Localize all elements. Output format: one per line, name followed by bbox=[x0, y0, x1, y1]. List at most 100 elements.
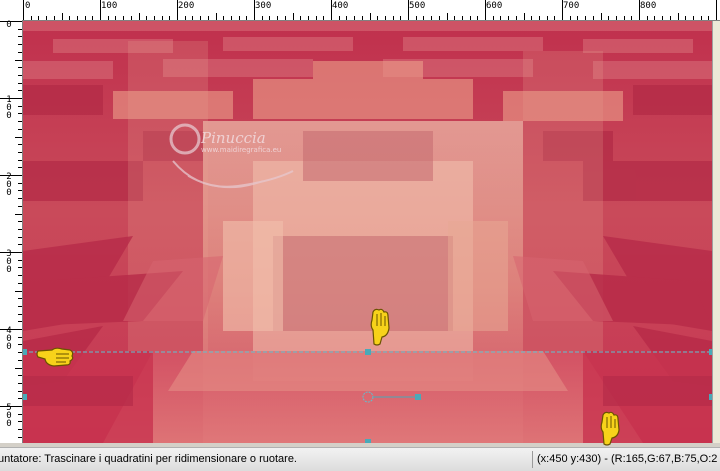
ruler-tick bbox=[18, 74, 22, 76]
ruler-tick bbox=[469, 16, 471, 20]
ruler-tick bbox=[377, 16, 379, 20]
ruler-tick bbox=[18, 51, 22, 53]
ruler-tick bbox=[716, 0, 717, 20]
ruler-tick bbox=[18, 321, 22, 323]
ruler-tick bbox=[215, 13, 217, 20]
ruler-tick bbox=[18, 167, 22, 169]
ruler-label-600: 600 bbox=[486, 1, 503, 11]
ruler-tick bbox=[692, 16, 694, 20]
pointing-hand-icon bbox=[36, 347, 74, 367]
ruler-tick bbox=[18, 144, 22, 146]
ruler-tick bbox=[18, 298, 22, 300]
ruler-tick bbox=[361, 16, 363, 20]
ruler-tick bbox=[18, 236, 22, 238]
ruler-tick bbox=[18, 413, 22, 415]
ruler-tick bbox=[115, 16, 117, 20]
ruler-tick bbox=[146, 16, 148, 20]
ruler-tick bbox=[18, 382, 22, 384]
ruler-tick bbox=[354, 16, 356, 20]
vruler-label-500: 5 0 0 bbox=[6, 403, 12, 429]
ruler-tick bbox=[523, 13, 525, 20]
ruler-tick bbox=[61, 13, 63, 20]
ruler-tick bbox=[18, 436, 22, 438]
rotation-handle[interactable] bbox=[415, 394, 421, 400]
ruler-tick bbox=[18, 121, 22, 123]
ruler-tick bbox=[130, 16, 132, 20]
ruler-tick bbox=[677, 13, 679, 20]
ruler-tick bbox=[508, 16, 510, 20]
ruler-tick bbox=[592, 16, 594, 20]
ruler-tick bbox=[646, 16, 648, 20]
ruler-label-300: 300 bbox=[255, 1, 272, 11]
ruler-tick bbox=[615, 16, 617, 20]
vruler-label-300: 3 0 0 bbox=[6, 249, 12, 275]
ruler-tick bbox=[15, 367, 22, 369]
handle-bottom-mid[interactable] bbox=[365, 439, 371, 443]
vertical-scrollbar[interactable] bbox=[712, 21, 720, 443]
ruler-tick bbox=[92, 16, 94, 20]
ruler-tick bbox=[18, 259, 22, 261]
ruler-tick bbox=[346, 16, 348, 20]
ruler-tick bbox=[18, 221, 22, 223]
ruler-tick bbox=[18, 375, 22, 377]
pointing-hand-icon bbox=[600, 411, 620, 446]
ruler-tick bbox=[18, 421, 22, 423]
ruler-tick bbox=[18, 82, 22, 84]
ruler-tick bbox=[18, 282, 22, 284]
ruler-tick bbox=[246, 16, 248, 20]
status-message: untatore: Trascinare i quadratini per ri… bbox=[0, 453, 297, 465]
ruler-tick bbox=[631, 16, 633, 20]
ruler-tick bbox=[500, 16, 502, 20]
ruler-tick bbox=[369, 13, 371, 20]
ruler-tick bbox=[608, 16, 610, 20]
image-canvas[interactable]: Pinuccia www.maidiregrafica.eu bbox=[23, 21, 712, 443]
ruler-tick bbox=[123, 16, 125, 20]
ruler-tick bbox=[307, 16, 309, 20]
ruler-tick bbox=[23, 0, 24, 20]
ruler-tick bbox=[18, 44, 22, 46]
ruler-tick bbox=[53, 16, 55, 20]
ruler-tick bbox=[515, 16, 517, 20]
ruler-tick bbox=[161, 16, 163, 20]
ruler-tick bbox=[569, 16, 571, 20]
ruler-tick bbox=[18, 313, 22, 315]
ruler-tick bbox=[600, 13, 602, 20]
handle-left[interactable] bbox=[23, 349, 27, 355]
ruler-label-700: 700 bbox=[563, 1, 580, 11]
ruler-tick bbox=[69, 16, 71, 20]
ruler-tick bbox=[669, 16, 671, 20]
ruler-tick bbox=[30, 16, 32, 20]
ruler-tick bbox=[18, 205, 22, 207]
handle-top-mid[interactable] bbox=[365, 349, 371, 355]
ruler-tick bbox=[685, 16, 687, 20]
vruler-label-100: 1 0 0 bbox=[6, 95, 12, 121]
ruler-tick bbox=[207, 16, 209, 20]
ruler-label-400: 400 bbox=[332, 1, 349, 11]
ruler-tick bbox=[415, 16, 417, 20]
ruler-tick bbox=[18, 151, 22, 153]
cursor-coordinates: (x:450 y:430) - (R:165,G:67,B:75,O:2 bbox=[537, 453, 718, 465]
ruler-tick bbox=[18, 182, 22, 184]
ruler-tick bbox=[585, 16, 587, 20]
horizontal-ruler[interactable]: 0 100 200 300 400 500 600 700 800 bbox=[22, 0, 720, 21]
ruler-tick bbox=[662, 16, 664, 20]
ruler-tick bbox=[46, 16, 48, 20]
vertical-ruler[interactable]: 0 1 0 0 2 0 0 3 0 0 4 0 0 5 0 0 bbox=[0, 20, 23, 443]
vruler-label-200: 2 0 0 bbox=[6, 172, 12, 198]
handle-left-mid[interactable] bbox=[23, 394, 27, 400]
ruler-tick bbox=[18, 359, 22, 361]
ruler-tick bbox=[284, 16, 286, 20]
ruler-tick bbox=[292, 13, 294, 20]
ruler-tick bbox=[18, 398, 22, 400]
ruler-label-0: 0 bbox=[25, 1, 31, 11]
ruler-tick bbox=[18, 336, 22, 338]
ruler-tick bbox=[315, 16, 317, 20]
vruler-label-400: 4 0 0 bbox=[6, 326, 12, 352]
ruler-tick bbox=[184, 16, 186, 20]
pointing-hand-icon bbox=[370, 308, 390, 346]
ruler-tick bbox=[492, 16, 494, 20]
ruler-tick bbox=[230, 16, 232, 20]
ruler-tick bbox=[431, 16, 433, 20]
status-bar: untatore: Trascinare i quadratini per ri… bbox=[0, 447, 720, 471]
ruler-tick bbox=[538, 16, 540, 20]
